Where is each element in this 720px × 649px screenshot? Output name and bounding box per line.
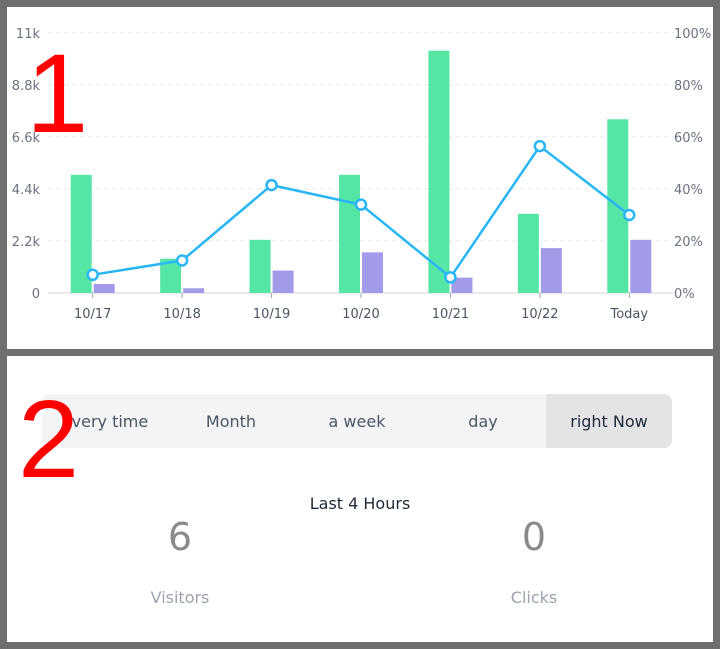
period-option-day[interactable]: day — [420, 394, 546, 448]
x-axis-tick-label: 10/21 — [432, 307, 469, 322]
bar-series-2 — [272, 270, 294, 293]
left-axis-tick-label: 11k — [16, 27, 41, 42]
bar-series-2 — [93, 284, 115, 293]
visitors-count: 6 — [167, 515, 193, 559]
line-point — [265, 178, 278, 192]
bar-series-1 — [249, 239, 271, 293]
period-selector: every time Month a week day right Now — [42, 394, 672, 448]
left-axis-tick-label: 0 — [32, 287, 40, 302]
bar-series-2 — [630, 239, 652, 293]
line-point — [354, 198, 368, 211]
range-title: Last 4 Hours — [309, 494, 411, 513]
clicks-label: Clicks — [510, 588, 558, 607]
combo-chart: 0 0% 2.2k 20% 4.4k 40% 6.6k 60% 8.8k 80% 11k 100% 10… — [12, 27, 711, 322]
line-point — [444, 271, 457, 284]
x-axis-tick-label: 10/22 — [521, 307, 558, 322]
x-axis-tick-label: 10/17 — [74, 307, 111, 322]
clicks-count: 0 — [521, 515, 547, 559]
clicks-stat: 0 Clicks — [434, 514, 634, 607]
right-axis-tick-label: 60% — [674, 131, 703, 146]
visitors-label: Visitors — [150, 588, 210, 607]
right-axis-tick-label: 100% — [674, 27, 711, 42]
right-axis-tick-label: 20% — [674, 235, 703, 250]
right-axis-tick-label: 0% — [674, 287, 695, 302]
left-axis-tick-label: 8.8k — [12, 79, 41, 94]
line-point — [86, 268, 99, 282]
period-option-every-time[interactable]: every time — [42, 394, 168, 448]
period-option-week[interactable]: a week — [294, 394, 420, 448]
bar-series-2 — [540, 248, 562, 293]
right-axis-tick-label: 40% — [674, 183, 703, 198]
left-axis-tick-label: 2.2k — [12, 235, 41, 250]
line-point — [533, 139, 547, 153]
left-axis-tick-label: 4.4k — [12, 183, 41, 198]
chart-panel: 0 0% 2.2k 20% 4.4k 40% 6.6k 60% 8.8k 80% 11k 100% 10… — [7, 7, 713, 349]
x-axis-tick-label: 10/19 — [253, 307, 290, 322]
right-axis-tick-label: 80% — [674, 79, 703, 94]
bar-series-1 — [339, 174, 360, 293]
x-axis-tick-label: 10/18 — [163, 307, 200, 322]
bar-series-2 — [183, 288, 205, 293]
left-axis-tick-label: 6.6k — [12, 131, 41, 146]
visitors-stat: 6 Visitors — [80, 514, 280, 607]
bar-series-1 — [428, 50, 450, 294]
stats-panel: every time Month a week day right Now La… — [7, 356, 713, 642]
line-point — [175, 254, 189, 267]
period-option-month[interactable]: Month — [168, 394, 294, 448]
bar-series-1 — [517, 213, 539, 293]
period-option-right-now[interactable]: right Now — [546, 394, 672, 448]
bar-series-2 — [362, 252, 383, 293]
x-axis-tick-label: 10/20 — [342, 307, 379, 322]
x-axis-tick-label: Today — [609, 307, 648, 322]
line-point — [623, 208, 636, 222]
